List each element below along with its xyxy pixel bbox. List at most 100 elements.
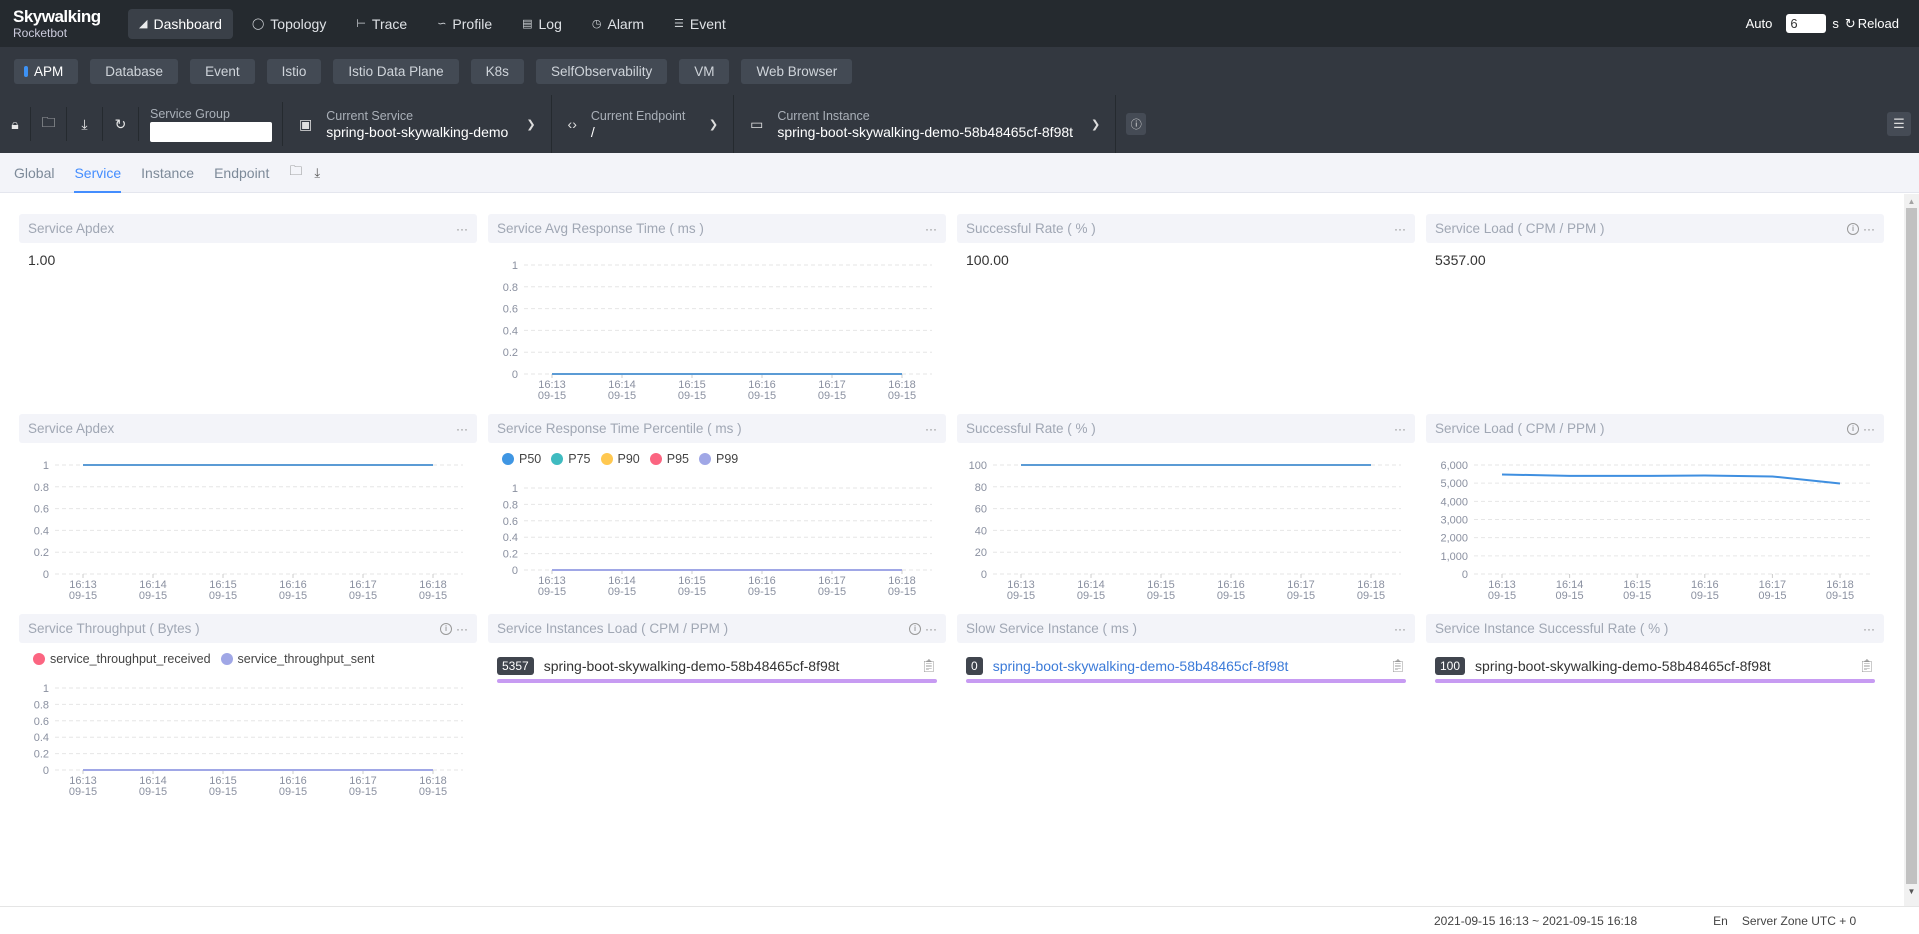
legend-item[interactable]: P95 [649,452,689,466]
info-icon[interactable]: i [1847,222,1859,235]
toggle-panel-button[interactable]: ☰ [1887,112,1911,136]
more-icon[interactable]: ··· [925,222,937,236]
clipboard-icon[interactable]: 📋︎ [1389,658,1406,674]
group-label: Web Browser [756,63,838,79]
reload-button[interactable]: ↻ Reload [1845,16,1899,32]
group-web-browser[interactable]: Web Browser [741,58,853,84]
folder-icon: 🗀︎ [41,114,56,130]
more-icon[interactable]: ··· [1394,622,1406,636]
refresh-button[interactable]: ↻ [103,107,139,141]
tab-service[interactable]: Service [74,153,121,193]
nav-profile[interactable]: ∽ Profile [426,9,503,39]
scroll-up-icon[interactable]: ▲ [1904,194,1919,208]
nav-topology[interactable]: ◯ Topology [241,9,337,39]
nav-log[interactable]: ▤ Log [511,9,573,39]
x-tick-label: 09-15 [69,786,97,798]
y-tick-label: 0 [512,565,518,577]
more-icon[interactable]: ··· [456,422,468,436]
group-istio-data-plane[interactable]: Istio Data Plane [333,58,459,84]
legend-item[interactable]: P99 [699,452,738,466]
current-service-select[interactable]: ▣ Current Service spring-boot-skywalking-… [283,95,552,153]
percentile-chart: 00.20.40.60.8116:1309-1516:1409-1516:150… [503,483,932,598]
auto-interval-input[interactable] [1786,14,1827,33]
more-icon[interactable]: ··· [925,422,937,436]
legend-item[interactable]: P75 [551,452,591,466]
card-title: Service Apdex [28,221,115,236]
card-title: Service Instances Load ( CPM / PPM ) [497,621,729,636]
chevron-down-icon: ❯ [526,118,536,131]
more-icon[interactable]: ··· [456,622,468,636]
info-icon[interactable]: i [909,622,921,635]
instance-icon: ▭ [750,115,764,132]
avg-response-chart: 00.20.40.60.8116:1309-1516:1409-1516:150… [503,260,932,402]
download-icon[interactable]: ⤓ [314,165,320,181]
nav-event[interactable]: ☰ Event [663,9,737,39]
nav-alarm[interactable]: ◷ Alarm [581,9,655,39]
group-k8s[interactable]: K8s [470,58,524,84]
y-tick-label: 100 [969,460,987,472]
legend-item[interactable]: service_throughput_sent [220,652,374,666]
current-instance-select[interactable]: ▭ Current Instance spring-boot-skywalking… [734,95,1117,153]
legend-item[interactable]: P90 [600,452,640,466]
topology-icon: ◯ [251,18,265,30]
success-rate-chart: 02040608010016:1309-1516:1409-1516:1509-… [969,460,1401,602]
throughput-chart: 00.20.40.60.8116:1309-1516:1409-1516:150… [34,683,463,798]
y-tick-label: 40 [975,525,987,537]
current-endpoint-select[interactable]: ‹› Current Endpoint / ❯ [552,95,735,153]
info-icon[interactable]: i [440,622,452,635]
nav-dashboard[interactable]: ◢ Dashboard [128,8,233,39]
x-tick-label: 09-15 [538,586,566,598]
legend-label: P75 [568,452,591,466]
legend-item[interactable]: P50 [502,452,541,466]
group-vm[interactable]: VM [679,58,730,84]
lock-button[interactable]: 🔒︎ [0,107,31,141]
x-tick-label: 09-15 [748,586,776,598]
clipboard-icon[interactable]: 📋︎ [920,658,937,674]
y-tick-label: 0 [981,569,987,581]
card-success-rate: Successful Rate ( % ) ··· 100.00 [957,214,1415,404]
group-database[interactable]: Database [90,58,179,84]
info-button[interactable]: ⓘ [1126,113,1147,135]
tab-endpoint[interactable]: Endpoint [214,153,269,193]
more-icon[interactable]: ··· [1863,422,1875,436]
scroll-thumb[interactable] [1906,208,1917,884]
legend-dot [600,453,613,465]
clipboard-icon[interactable]: 📋︎ [1858,658,1875,674]
tab-global[interactable]: Global [14,153,54,193]
legend-item[interactable]: service_throughput_received [33,652,211,666]
service-group-input[interactable] [150,121,272,142]
card-success-chart: Successful Rate ( % ) ··· 0 20 40 60 80 100 16:… [957,414,1415,604]
time-range[interactable]: 2021-09-15 16:13 ~ 2021-09-15 16:18 [1434,914,1637,928]
group-apm[interactable]: APM [14,58,79,84]
card-header: Service Throughput ( Bytes ) i ··· [19,614,477,643]
x-tick-label: 09-15 [678,586,706,598]
language-toggle[interactable]: En [1713,914,1728,928]
x-tick-label: 09-15 [1217,590,1245,602]
nav-trace[interactable]: ⊢ Trace [345,9,418,39]
group-event[interactable]: Event [190,58,255,84]
vertical-scrollbar[interactable]: ▲ ▼ [1904,194,1919,906]
instance-link[interactable]: spring-boot-skywalking-demo-58b48465cf-8… [993,658,1289,674]
more-icon[interactable]: ··· [456,222,468,236]
more-icon[interactable]: ··· [1863,622,1875,636]
y-tick-label: 0.6 [34,504,49,516]
card-title: Service Apdex [28,421,115,436]
group-selfobservability[interactable]: SelfObservability [535,58,668,84]
folder-icon[interactable]: 🗀︎ [289,162,302,184]
more-icon[interactable]: ··· [1394,422,1406,436]
export-button[interactable]: ⤓ [67,107,103,141]
more-icon[interactable]: ··· [1394,222,1406,236]
tab-instance[interactable]: Instance [141,153,194,193]
more-icon[interactable]: ··· [1863,222,1875,236]
group-istio[interactable]: Istio [266,58,322,84]
y-tick-label: 0.2 [34,749,49,761]
info-icon[interactable]: i [1847,422,1859,435]
list-item: 100 spring-boot-skywalking-demo-58b48465c… [1426,643,1884,675]
scroll-down-icon[interactable]: ▼ [1904,884,1919,898]
y-tick-label: 0.2 [34,547,49,559]
more-icon[interactable]: ··· [925,622,937,636]
group-label: Istio [281,63,307,79]
y-tick-label: 0 [43,765,49,777]
import-button[interactable]: 🗀︎ [31,107,67,141]
server-zone[interactable]: Server Zone UTC + 0 [1742,914,1856,928]
